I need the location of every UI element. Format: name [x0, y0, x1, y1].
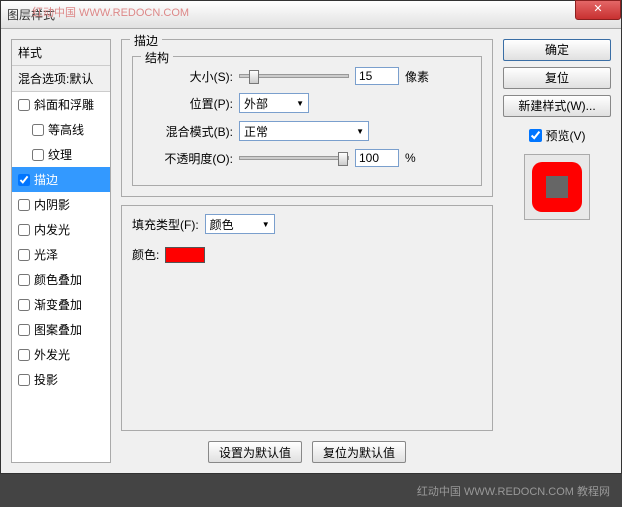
blend-mode-value: 正常 [244, 123, 268, 140]
ok-button[interactable]: 确定 [503, 39, 611, 61]
blend-mode-label: 混合模式(B): [143, 123, 233, 140]
blend-options-header[interactable]: 混合选项:默认 [12, 66, 110, 92]
watermark-bottom: 红动中国 WWW.REDOCN.COM 教程网 [417, 483, 610, 499]
color-label: 颜色: [132, 246, 159, 263]
position-value: 外部 [244, 95, 268, 112]
style-item[interactable]: 斜面和浮雕 [12, 92, 110, 117]
style-checkbox[interactable] [32, 149, 44, 161]
style-item[interactable]: 等高线 [12, 117, 110, 142]
fill-type-select[interactable]: 颜色 ▼ [205, 214, 275, 234]
style-checkbox[interactable] [32, 124, 44, 136]
style-checkbox[interactable] [18, 274, 30, 286]
style-item[interactable]: 内阴影 [12, 192, 110, 217]
size-unit: 像素 [405, 68, 429, 85]
stroke-fieldset-label: 描边 [130, 32, 162, 49]
opacity-label: 不透明度(O): [143, 150, 233, 167]
fill-type-label: 填充类型(F): [132, 216, 199, 233]
fill-type-value: 颜色 [210, 216, 234, 233]
style-checkbox[interactable] [18, 174, 30, 186]
set-default-button[interactable]: 设置为默认值 [208, 441, 302, 463]
size-label: 大小(S): [143, 68, 233, 85]
style-item[interactable]: 投影 [12, 367, 110, 392]
blend-mode-select[interactable]: 正常 ▼ [239, 121, 369, 141]
style-item-label: 描边 [34, 171, 58, 188]
style-checkbox[interactable] [18, 99, 30, 111]
settings-panel: 描边 结构 大小(S): 像素 位置(P): 外部 ▼ [121, 39, 493, 463]
position-select[interactable]: 外部 ▼ [239, 93, 309, 113]
style-item-label: 颜色叠加 [34, 271, 82, 288]
fill-fieldset: 填充类型(F): 颜色 ▼ 颜色: [121, 205, 493, 431]
style-checkbox[interactable] [18, 349, 30, 361]
style-item-label: 图案叠加 [34, 321, 82, 338]
style-checkbox[interactable] [18, 224, 30, 236]
close-button[interactable]: ✕ [575, 0, 621, 20]
preview-box [524, 154, 590, 220]
color-swatch[interactable] [165, 247, 205, 263]
chevron-down-icon: ▼ [296, 99, 304, 108]
styles-header[interactable]: 样式 [12, 40, 110, 66]
size-input[interactable] [355, 67, 399, 85]
style-checkbox[interactable] [18, 299, 30, 311]
opacity-slider[interactable] [239, 156, 349, 160]
size-slider[interactable] [239, 74, 349, 78]
style-item-label: 外发光 [34, 346, 70, 363]
style-checkbox[interactable] [18, 374, 30, 386]
reset-button[interactable]: 复位 [503, 67, 611, 89]
style-item-label: 斜面和浮雕 [34, 96, 94, 113]
chevron-down-icon: ▼ [356, 127, 364, 136]
chevron-down-icon: ▼ [262, 220, 270, 229]
style-item-label: 内阴影 [34, 196, 70, 213]
style-item-label: 投影 [34, 371, 58, 388]
right-panel: 确定 复位 新建样式(W)... 预览(V) [503, 39, 611, 463]
style-item-label: 纹理 [48, 146, 72, 163]
style-item[interactable]: 图案叠加 [12, 317, 110, 342]
style-item[interactable]: 内发光 [12, 217, 110, 242]
opacity-input[interactable] [355, 149, 399, 167]
preview-core [546, 176, 568, 198]
structure-label: 结构 [141, 49, 173, 66]
preview-checkbox-row[interactable]: 预览(V) [529, 127, 586, 144]
new-style-button[interactable]: 新建样式(W)... [503, 95, 611, 117]
style-item-label: 等高线 [48, 121, 84, 138]
style-item-label: 光泽 [34, 246, 58, 263]
style-checkbox[interactable] [18, 249, 30, 261]
style-item[interactable]: 描边 [12, 167, 110, 192]
style-item-label: 渐变叠加 [34, 296, 82, 313]
style-item[interactable]: 外发光 [12, 342, 110, 367]
preview-label: 预览(V) [546, 127, 586, 144]
dialog-window: 图层样式 ✕ 样式 混合选项:默认 斜面和浮雕等高线纹理描边内阴影内发光光泽颜色… [0, 0, 622, 474]
structure-fieldset: 结构 大小(S): 像素 位置(P): 外部 ▼ [132, 56, 482, 186]
preview-shape [532, 162, 582, 212]
stroke-fieldset: 描边 结构 大小(S): 像素 位置(P): 外部 ▼ [121, 39, 493, 197]
style-item-label: 内发光 [34, 221, 70, 238]
preview-checkbox[interactable] [529, 129, 542, 142]
position-label: 位置(P): [143, 95, 233, 112]
watermark-top: 红动中国 WWW.REDOCN.COM [32, 4, 189, 20]
style-checkbox[interactable] [18, 324, 30, 336]
style-item[interactable]: 颜色叠加 [12, 267, 110, 292]
styles-list-panel: 样式 混合选项:默认 斜面和浮雕等高线纹理描边内阴影内发光光泽颜色叠加渐变叠加图… [11, 39, 111, 463]
style-item[interactable]: 纹理 [12, 142, 110, 167]
reset-default-button[interactable]: 复位为默认值 [312, 441, 406, 463]
style-checkbox[interactable] [18, 199, 30, 211]
style-item[interactable]: 光泽 [12, 242, 110, 267]
style-item[interactable]: 渐变叠加 [12, 292, 110, 317]
opacity-unit: % [405, 151, 416, 165]
